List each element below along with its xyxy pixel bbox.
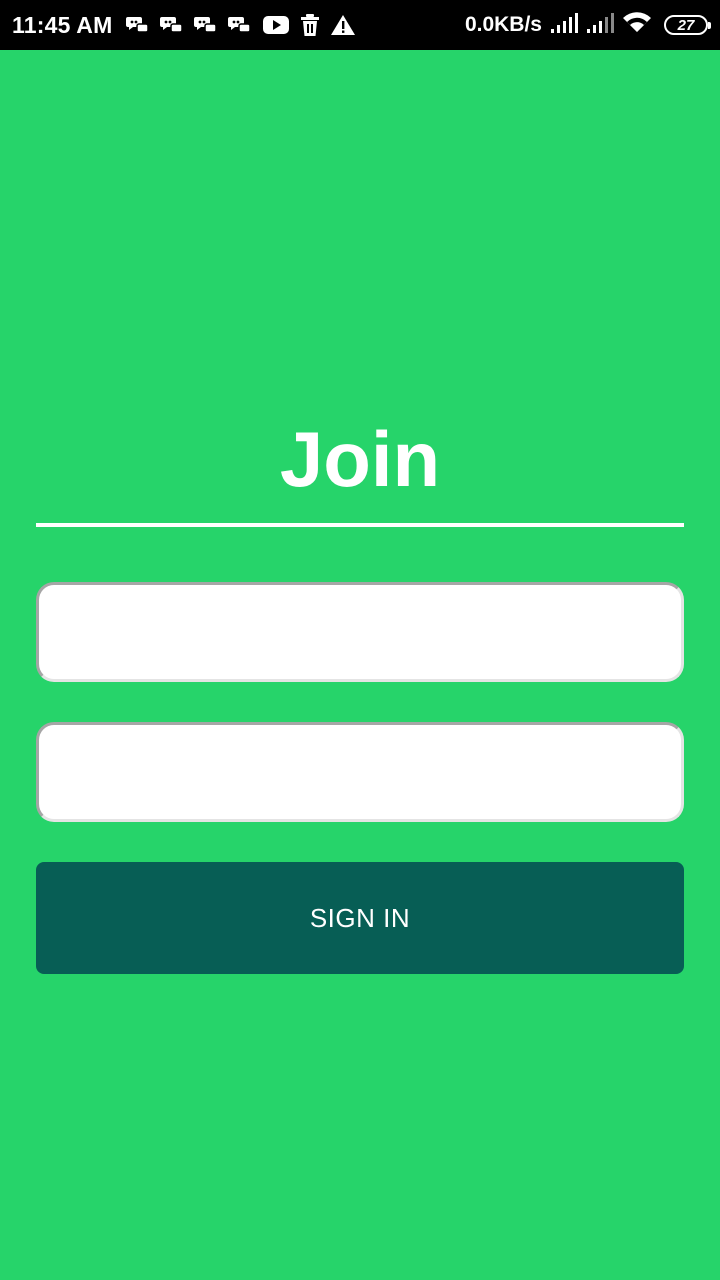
title-divider <box>36 523 684 527</box>
notification-icons <box>126 13 356 37</box>
chat-bubbles-icon <box>194 14 218 36</box>
join-screen: Join SIGN IN <box>0 50 720 1280</box>
password-input[interactable] <box>36 722 684 822</box>
signal-strength-icon <box>550 12 578 39</box>
chat-bubbles-icon <box>160 14 184 36</box>
username-input[interactable] <box>36 582 684 682</box>
status-bar: 11:45 AM 0.0KB/s 27 <box>0 0 720 50</box>
youtube-icon <box>262 14 290 36</box>
sign-in-button[interactable]: SIGN IN <box>36 862 684 974</box>
phone-screen: 11:45 AM 0.0KB/s 27 Join SIGN IN <box>0 0 720 1280</box>
network-speed: 0.0KB/s <box>464 13 542 36</box>
chat-bubbles-icon <box>228 14 252 36</box>
chat-bubbles-icon <box>126 14 150 36</box>
status-right: 0.0KB/s 27 <box>464 11 711 39</box>
trash-icon <box>300 13 320 37</box>
status-time: 11:45 AM <box>12 11 113 38</box>
battery-level: 27 <box>677 16 695 34</box>
wifi-icon <box>622 11 652 39</box>
battery-icon: 27 <box>664 15 711 35</box>
signal-strength-icon <box>586 12 614 39</box>
warning-icon <box>330 14 356 36</box>
page-title: Join <box>279 415 441 503</box>
